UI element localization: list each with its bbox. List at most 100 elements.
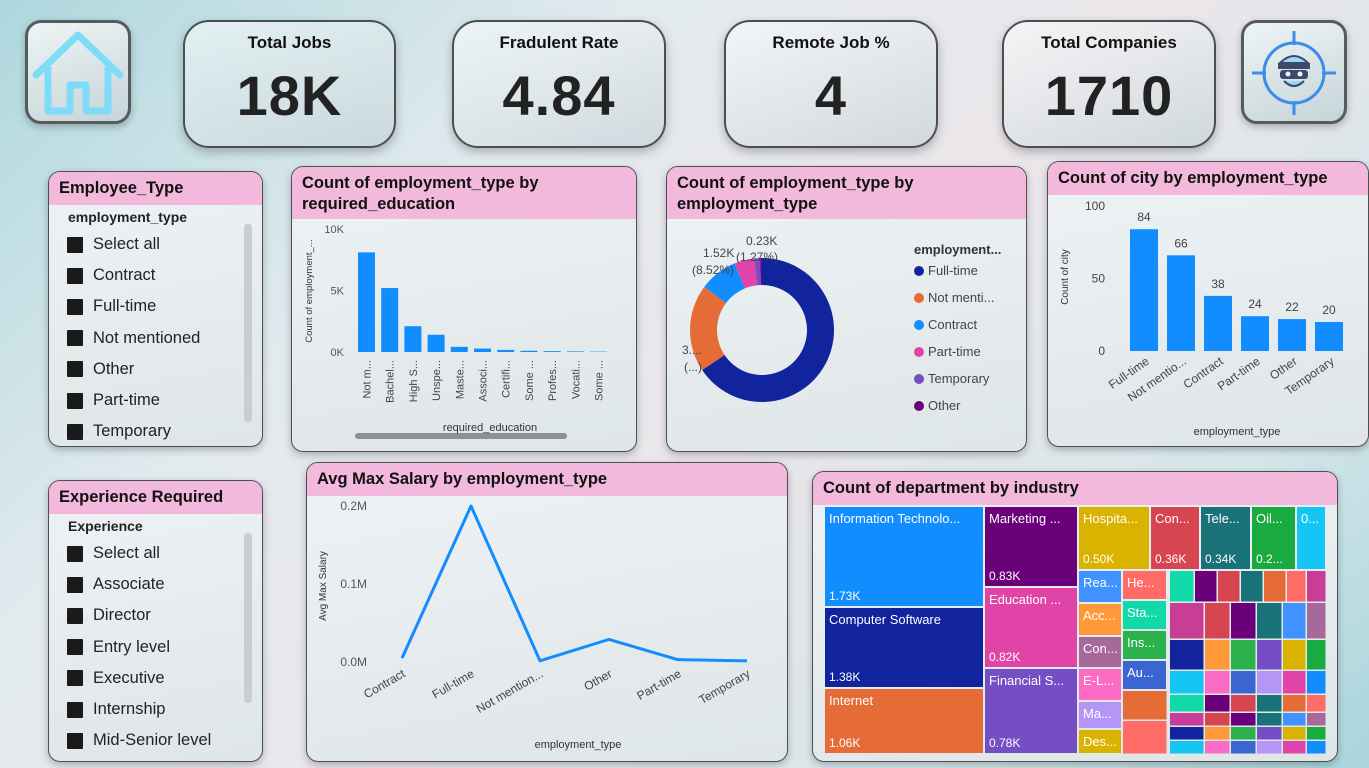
checkbox[interactable]: [67, 670, 83, 687]
kpi-total-companies: Total Companies 1710: [1002, 20, 1216, 148]
bar: [404, 326, 422, 352]
checkbox[interactable]: [67, 576, 83, 593]
fraud-icon-button[interactable]: [1241, 20, 1347, 124]
kpi-title: Remote Job %: [772, 33, 890, 52]
treemap-tile-label: Information Technolo...: [829, 511, 960, 526]
legend-label: Contract: [928, 317, 978, 332]
treemap-tile-value: 0.50K: [1083, 552, 1114, 566]
checkbox[interactable]: [67, 298, 83, 315]
treemap-tile: [1257, 603, 1282, 639]
kpi-value: 4: [814, 64, 848, 127]
checkbox[interactable]: [67, 330, 83, 347]
slicer-option[interactable]: Executive: [49, 663, 262, 694]
treemap-tile: [1205, 603, 1230, 639]
treemap-tile-label: Hospita...: [1083, 511, 1138, 526]
slicer-title: Experience Required: [49, 481, 262, 514]
data-label: 24: [1248, 297, 1262, 311]
kpi-value: 4.84: [502, 64, 616, 127]
slicer-option[interactable]: Part-time: [49, 385, 262, 416]
treemap-tile: [1241, 571, 1263, 602]
bar: [520, 350, 538, 352]
slicer-option[interactable]: Internship: [49, 694, 262, 725]
treemap-tile-value: 1.73K: [829, 589, 860, 603]
city-bar-chart[interactable]: 050100Count of city84Full-time66Not ment…: [1048, 195, 1369, 447]
slicer-option[interactable]: Full-time: [49, 291, 262, 322]
salary-line-chart[interactable]: 0.0M 0.1M 0.2M Avg Max Salary Contract Full-t…: [307, 496, 788, 762]
checkbox[interactable]: [67, 545, 83, 562]
slicer-scrollbar[interactable]: [244, 224, 252, 422]
employment-donut-chart[interactable]: 11.62K(64.99%)3....(...)1.52K(8.52%)0.23…: [667, 219, 1027, 452]
legend-label: Part-time: [928, 344, 981, 359]
checkbox[interactable]: [67, 423, 83, 440]
treemap-tile: [1307, 640, 1326, 670]
treemap-tile: [1283, 671, 1306, 694]
treemap-tile: [1205, 695, 1230, 712]
slicer-option-label: Internship: [93, 700, 166, 719]
slicer-option-label: Associate: [93, 575, 165, 594]
treemap-tile: [1170, 695, 1204, 712]
kpi-title: Total Jobs: [247, 33, 332, 52]
slicer-option[interactable]: Director: [49, 600, 262, 631]
slicer-option[interactable]: Mid-Senior level: [49, 725, 262, 756]
legend-marker: [914, 320, 924, 330]
data-label: (8.52%): [692, 263, 734, 277]
treemap-tile: [1218, 571, 1240, 602]
treemap-tile-label: Oil...: [1256, 511, 1283, 526]
bar: [1278, 319, 1306, 351]
x-axis-label: employment_type: [535, 739, 622, 751]
treemap-tile: [1231, 727, 1256, 740]
slicer-option[interactable]: Temporary: [49, 416, 262, 446]
data-label: 20: [1322, 303, 1336, 317]
slicer-option[interactable]: Not mentioned: [49, 323, 262, 354]
x-tick-label: Vocati...: [570, 360, 582, 399]
data-label: 1.52K: [703, 246, 734, 260]
legend-marker: [914, 266, 924, 276]
slicer-option[interactable]: Select all: [49, 538, 262, 569]
checkbox[interactable]: [67, 236, 83, 253]
data-label: 84: [1137, 210, 1151, 224]
treemap-tile: [1307, 603, 1326, 639]
department-treemap[interactable]: Information Technolo... 1.73K Computer Sof…: [813, 505, 1338, 762]
chart-employment-donut-panel[interactable]: Count of employment_type by employment_t…: [666, 166, 1027, 452]
treemap-tile-label: Des...: [1083, 734, 1117, 749]
treemap-tile-label: Con...: [1083, 641, 1118, 656]
checkbox[interactable]: [67, 639, 83, 656]
checkbox[interactable]: [67, 267, 83, 284]
slicer-option-label: Entry level: [93, 637, 171, 656]
treemap-tile: [1283, 741, 1306, 754]
treemap-tile: [1283, 713, 1306, 726]
checkbox[interactable]: [67, 392, 83, 409]
treemap-tile: [1257, 713, 1282, 726]
x-axis-label: employment_type: [1194, 426, 1281, 438]
chart-education-panel[interactable]: Count of employment_type by required_edu…: [291, 166, 637, 452]
slicer-scrollbar[interactable]: [244, 533, 252, 703]
bar: [381, 288, 399, 352]
treemap-tile: [1205, 741, 1230, 754]
slicer-option[interactable]: Contract: [49, 260, 262, 291]
slicer-employee-type[interactable]: Employee_Type employment_type Select all…: [48, 171, 263, 447]
slicer-option[interactable]: Associate: [49, 569, 262, 600]
education-bar-chart[interactable]: 0K 5K 10K Count of employment_... Not m... Ba…: [292, 219, 637, 452]
slicer-experience[interactable]: Experience Required Experience Select al…: [48, 480, 263, 762]
treemap-tile: [1257, 741, 1282, 754]
kpi-value: 18K: [236, 64, 343, 127]
checkbox[interactable]: [67, 361, 83, 378]
x-tick-label: Certifi...: [501, 360, 513, 398]
slicer-option[interactable]: Select all: [49, 229, 262, 260]
chart-salary-panel[interactable]: Avg Max Salary by employment_type 0.0M 0.…: [306, 462, 788, 762]
slicer-option[interactable]: Other: [49, 354, 262, 385]
x-tick-label: Associ...: [478, 360, 490, 402]
checkbox[interactable]: [67, 732, 83, 749]
slicer-option[interactable]: Entry level: [49, 632, 262, 663]
home-button[interactable]: [25, 20, 131, 124]
y-tick-label: 0K: [331, 347, 345, 359]
y-tick-label: 0.0M: [340, 655, 367, 669]
checkbox[interactable]: [67, 701, 83, 718]
treemap-tile: [1307, 727, 1326, 740]
chart-city-panel[interactable]: Count of city by employment_type 0 50 100 C…: [1047, 161, 1369, 447]
chart-department-treemap-panel[interactable]: Count of department by industry Informat…: [812, 471, 1338, 762]
y-tick-label: 0: [1098, 344, 1105, 358]
checkbox[interactable]: [67, 607, 83, 624]
bar: [1167, 255, 1195, 351]
treemap-tile: [1257, 640, 1282, 670]
